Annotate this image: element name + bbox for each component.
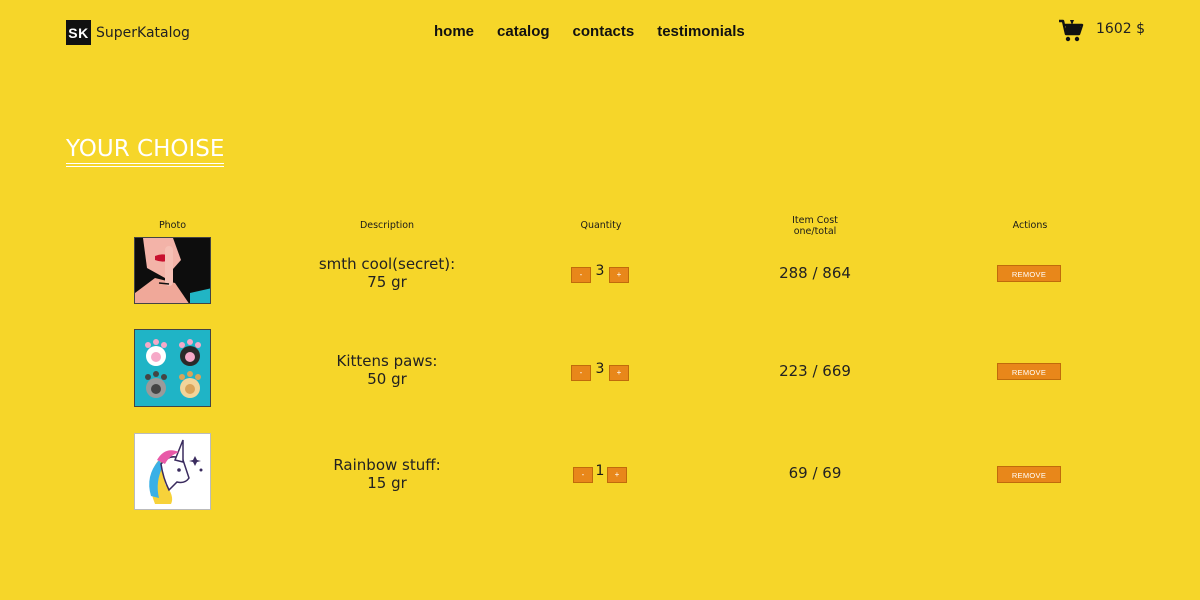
increase-button[interactable]: + [609,267,629,283]
increase-button[interactable]: + [607,467,627,483]
header-quantity: Quantity [580,220,622,231]
product-name: smth cool(secret): [318,255,456,273]
product-weight: 75 gr [367,273,407,291]
remove-button-1[interactable]: REMOVE [997,265,1061,282]
nav-home[interactable]: home [434,23,474,40]
remove-button-2[interactable]: REMOVE [997,363,1061,380]
quantity-stepper-3: - 1 + [573,463,627,483]
product-weight: 15 gr [367,474,407,492]
cart-total: 1602 $ [1096,21,1145,37]
header-description: Description [359,220,415,231]
quantity-value: 3 [595,361,605,377]
increase-button[interactable]: + [609,365,629,381]
brand-name: SuperKatalog [96,24,190,41]
quantity-stepper-1: - 3 + [571,263,629,283]
nav-contacts[interactable]: contacts [573,23,635,40]
product-name: Rainbow stuff: [333,456,441,474]
item-cost-2: 223 / 669 [779,362,851,380]
section-title: YOUR CHOISE [66,137,225,167]
product-desc-3: Rainbow stuff: 15 gr [296,456,478,492]
logo[interactable]: SK SuperKatalog [66,20,190,45]
header-photo: Photo [158,220,187,231]
product-weight: 50 gr [367,370,407,388]
product-name: Kittens paws: [336,352,438,370]
product-photo-kitten-paws [134,329,211,407]
cart-icon[interactable] [1058,19,1084,43]
quantity-value: 1 [595,463,605,479]
header-actions: Actions [1012,220,1048,231]
item-cost-3: 69 / 69 [788,464,842,482]
quantity-stepper-2: - 3 + [571,361,629,381]
item-cost-1: 288 / 864 [779,264,851,282]
product-photo-secret [134,237,211,304]
header-cost-line1: Item Cost [792,215,838,226]
decrease-button[interactable]: - [571,267,591,283]
decrease-button[interactable]: - [573,467,593,483]
decrease-button[interactable]: - [571,365,591,381]
logo-mark: SK [66,20,91,45]
remove-button-3[interactable]: REMOVE [997,466,1061,483]
product-desc-1: smth cool(secret): 75 gr [296,255,478,291]
product-desc-2: Kittens paws: 50 gr [296,352,478,388]
header-item-cost: Item Cost one/total [765,215,865,237]
header-cost-line2: one/total [793,226,837,237]
quantity-value: 3 [595,263,605,279]
nav-testimonials[interactable]: testimonials [657,23,745,40]
main-nav: home catalog contacts testimonials [434,23,768,40]
cart[interactable]: 1602 $ [1058,19,1145,43]
nav-catalog[interactable]: catalog [497,23,550,40]
product-photo-unicorn [134,433,211,510]
